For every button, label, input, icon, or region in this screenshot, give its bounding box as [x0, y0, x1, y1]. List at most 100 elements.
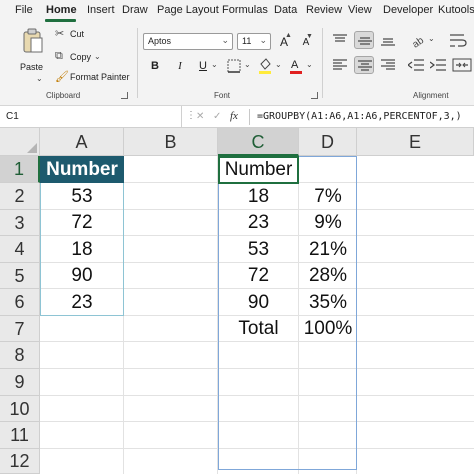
cut-icon[interactable]: ✂ [55, 27, 64, 40]
copy-dropdown-icon[interactable]: ⌄ [94, 52, 101, 61]
wrap-text-icon[interactable] [450, 33, 470, 49]
align-left-button[interactable] [330, 56, 350, 74]
bottom-align-button[interactable] [378, 31, 398, 49]
top-align-button[interactable] [330, 31, 350, 49]
font-size-select[interactable]: 11 ⌄ [237, 33, 271, 50]
cell-a6[interactable]: 23 [40, 289, 124, 316]
cancel-icon[interactable]: ✕ [196, 111, 204, 122]
svg-text:A: A [291, 59, 299, 71]
bold-button[interactable]: B [147, 58, 163, 74]
more-options-icon[interactable]: ⋮ [186, 110, 196, 121]
increase-indent-icon[interactable] [430, 59, 446, 71]
cell-c3[interactable]: 23 [218, 210, 299, 236]
column-header-d[interactable]: D [299, 128, 357, 156]
insert-function-button[interactable]: fx [230, 110, 238, 122]
row-header-12[interactable]: 12 [0, 449, 40, 474]
cell-a2[interactable]: 53 [40, 183, 124, 210]
format-painter-button[interactable]: Format Painter [70, 72, 130, 82]
cell-c5[interactable]: 72 [218, 263, 299, 289]
italic-button[interactable]: I [172, 58, 188, 74]
borders-icon[interactable] [227, 59, 241, 73]
row-header-6[interactable]: 6 [0, 289, 40, 316]
cell-d6[interactable]: 35% [299, 289, 357, 316]
orientation-icon[interactable]: ab [410, 32, 426, 48]
cell-c4[interactable]: 53 [218, 236, 299, 263]
formula-divider [249, 109, 250, 125]
column-header-a[interactable]: A [40, 128, 124, 156]
enter-icon[interactable]: ✓ [213, 111, 221, 122]
cell-d3[interactable]: 9% [299, 210, 357, 236]
borders-dropdown-icon[interactable]: ⌄ [244, 60, 251, 69]
row-header-2[interactable]: 2 [0, 183, 40, 210]
font-launcher-icon[interactable] [311, 92, 318, 99]
column-header-c[interactable]: C [218, 128, 299, 156]
orientation-dropdown-icon[interactable]: ⌄ [428, 34, 435, 43]
clipboard-launcher-icon[interactable] [121, 92, 128, 99]
row-header-1[interactable]: 1 [0, 156, 40, 183]
row-header-10[interactable]: 10 [0, 396, 40, 422]
align-center-button[interactable] [354, 56, 374, 74]
column-header-b[interactable]: B [124, 128, 218, 156]
underline-button[interactable]: U [195, 58, 211, 74]
tab-page-layout[interactable]: Page Layout [157, 4, 219, 16]
column-header-e[interactable]: E [357, 128, 474, 156]
cell-d4[interactable]: 21% [299, 236, 357, 263]
align-center-icon [358, 60, 372, 71]
row-header-8[interactable]: 8 [0, 342, 40, 369]
active-cell-cursor[interactable] [218, 156, 299, 184]
align-right-button[interactable] [378, 56, 398, 74]
row-header-7[interactable]: 7 [0, 316, 40, 342]
fill-color-icon[interactable] [258, 57, 272, 75]
cell-c6[interactable]: 90 [218, 289, 299, 316]
merge-center-icon[interactable] [452, 57, 472, 73]
tab-view[interactable]: View [348, 4, 372, 16]
cell-a4[interactable]: 18 [40, 236, 124, 263]
row-header-9[interactable]: 9 [0, 369, 40, 396]
format-painter-icon[interactable]: 🖌 [55, 70, 69, 83]
cell-d2[interactable]: 7% [299, 183, 357, 210]
row-header-11[interactable]: 11 [0, 422, 40, 449]
font-color-dropdown-icon[interactable]: ⌄ [306, 60, 313, 69]
grow-arrow-icon: ▲ [285, 32, 292, 39]
row-header-3[interactable]: 3 [0, 210, 40, 236]
cell-a5[interactable]: 90 [40, 263, 124, 289]
cell-d5[interactable]: 28% [299, 263, 357, 289]
select-all-button[interactable] [0, 128, 40, 156]
decrease-indent-icon[interactable] [408, 59, 424, 71]
shrink-arrow-icon: ▼ [306, 33, 313, 40]
name-box-value: C1 [6, 111, 19, 122]
tab-developer[interactable]: Developer [383, 4, 433, 16]
tab-home[interactable]: Home [46, 4, 77, 16]
underline-dropdown-icon[interactable]: ⌄ [211, 60, 218, 69]
copy-icon[interactable]: ⧉ [55, 50, 63, 63]
tab-insert[interactable]: Insert [87, 4, 115, 16]
name-box[interactable]: C1 [0, 106, 182, 128]
cut-button[interactable]: Cut [70, 29, 84, 39]
row-header-4[interactable]: 4 [0, 236, 40, 263]
copy-button[interactable]: Copy [70, 52, 91, 62]
paste-dropdown-icon[interactable]: ⌄ [36, 74, 43, 83]
cell-d7[interactable]: 100% [299, 316, 357, 342]
tab-review[interactable]: Review [306, 4, 342, 16]
cell-a3[interactable]: 72 [40, 210, 124, 236]
tab-kutools[interactable]: Kutools [438, 4, 474, 16]
paste-icon[interactable] [22, 28, 44, 56]
cell-c2[interactable]: 18 [218, 183, 299, 210]
tab-formulas[interactable]: Formulas [222, 4, 268, 16]
formula-input[interactable]: =GROUPBY(A1:A6,A1:A6,PERCENTOF,3,) [257, 111, 462, 122]
paste-button[interactable]: Paste [20, 62, 43, 72]
ribbon: Paste ⌄ ✂ Cut ⧉ Copy ⌄ 🖌 Format Painter … [0, 22, 474, 106]
worksheet-grid[interactable]: A B C D E 1 2 3 4 5 6 7 8 9 10 11 12 Num… [0, 128, 474, 474]
middle-align-button[interactable] [354, 31, 374, 49]
clipboard-group-label: Clipboard [46, 91, 81, 100]
row-header-5[interactable]: 5 [0, 263, 40, 289]
cell-a1[interactable]: Number [40, 156, 124, 183]
font-name-select[interactable]: Aptos ⌄ [143, 33, 233, 50]
font-size-value: 11 [242, 36, 252, 46]
tab-draw[interactable]: Draw [122, 4, 148, 16]
cell-c7[interactable]: Total [218, 316, 299, 342]
tab-data[interactable]: Data [274, 4, 297, 16]
tab-file[interactable]: File [15, 4, 33, 16]
fill-color-dropdown-icon[interactable]: ⌄ [275, 60, 282, 69]
font-color-icon[interactable]: A [289, 57, 303, 75]
